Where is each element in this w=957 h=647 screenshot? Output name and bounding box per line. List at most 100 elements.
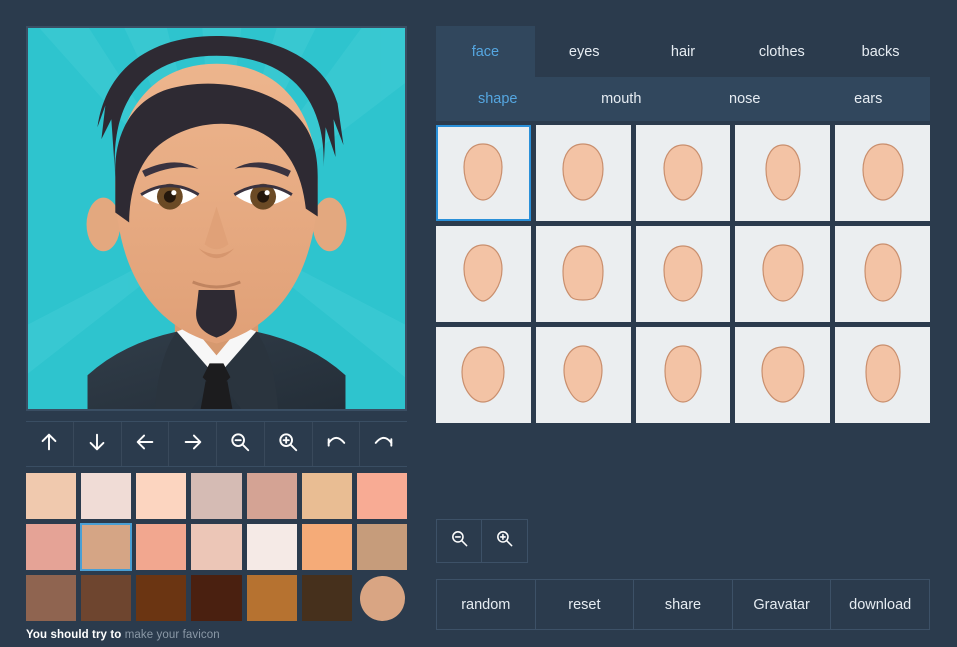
current-color-swatch[interactable] [355,571,409,625]
face-shape-11[interactable] [436,327,531,423]
magnifier-minus-icon [229,431,251,458]
face-shape-icon [761,346,805,403]
avatar-illustration [28,28,405,409]
random-button[interactable]: random [436,579,535,630]
footer-note: You should try to make your favicon [26,629,407,641]
tab-hair[interactable]: hair [634,26,733,77]
color-swatch-15[interactable] [26,575,77,621]
avatar-maker-app: You should try to make your favicon face… [0,0,957,647]
face-shape-icon [765,144,801,201]
color-swatch-3[interactable] [136,473,187,519]
left-panel: You should try to make your favicon [26,26,409,641]
face-shape-icon [463,143,503,201]
color-swatch-9[interactable] [80,523,133,571]
color-swatch-4[interactable] [191,473,242,519]
face-shape-icon [663,245,703,302]
face-shape-10[interactable] [835,226,930,322]
zoom-in-button[interactable] [265,422,313,466]
color-swatch-11[interactable] [191,524,242,570]
subtab-shape[interactable]: shape [436,77,560,121]
preview-zoom-out-button[interactable] [436,519,482,563]
arrow-up-icon [38,431,60,458]
make-favicon-link[interactable]: make your favicon [125,629,220,641]
color-swatch-18[interactable] [191,575,242,621]
gravatar-button[interactable]: Gravatar [731,579,831,630]
tab-eyes[interactable]: eyes [535,26,634,77]
color-swatch-1[interactable] [26,473,77,519]
tab-clothes[interactable]: clothes [732,26,831,77]
magnifier-minus-icon [450,529,469,553]
download-button[interactable]: download [830,579,930,630]
current-color-dot [359,575,405,621]
face-shape-3[interactable] [635,125,731,221]
face-shape-icon [563,345,603,403]
move-down-button[interactable] [74,422,122,466]
face-shape-icon [463,244,503,302]
secondary-tab-bar: shape mouth nose ears [436,77,930,121]
color-swatch-20[interactable] [301,575,352,621]
footer-prefix: You should try to [26,629,122,641]
primary-tab-bar: face eyes hair clothes backs [436,26,930,77]
redo-button[interactable] [360,422,407,466]
face-shape-5[interactable] [835,125,930,221]
face-shape-9[interactable] [735,226,831,322]
face-shape-icon [562,143,604,201]
tab-face[interactable]: face [436,26,535,77]
color-swatch-14[interactable] [356,524,407,570]
face-shape-icon [864,344,901,403]
reset-button[interactable]: reset [534,579,634,630]
right-panel: face eyes hair clothes backs shape mouth nose e… [436,26,930,630]
arrow-left-icon [134,431,156,458]
face-shape-icon [664,345,702,403]
color-swatch-8[interactable] [26,524,77,570]
color-swatch-5[interactable] [246,473,297,519]
color-swatch-19[interactable] [246,575,297,621]
face-shape-icon [663,144,703,201]
face-shape-4[interactable] [735,125,831,221]
preview-zoom-controls [436,519,930,563]
color-swatch-17[interactable] [136,575,187,621]
face-shape-icon [762,244,804,302]
action-bar: random reset share Gravatar download [436,579,930,630]
subtab-ears[interactable]: ears [807,77,931,121]
face-shape-icon [861,143,904,201]
zoom-out-button[interactable] [217,422,265,466]
arrow-down-icon [86,431,108,458]
face-shape-icon [562,245,604,301]
face-shape-1[interactable] [436,125,531,221]
tab-backs[interactable]: backs [831,26,930,77]
move-up-button[interactable] [26,422,74,466]
subtab-mouth[interactable]: mouth [560,77,684,121]
color-swatch-7[interactable] [356,473,407,519]
color-swatch-6[interactable] [301,473,352,519]
subtab-nose[interactable]: nose [683,77,807,121]
face-shape-7[interactable] [535,226,631,322]
share-button[interactable]: share [633,579,732,630]
color-swatch-10[interactable] [136,524,187,570]
move-left-button[interactable] [122,422,170,466]
face-shape-14[interactable] [735,327,831,423]
magnifier-plus-icon [495,529,514,553]
magnifier-plus-icon [277,431,299,458]
option-grid [436,125,930,423]
face-shape-icon [863,243,902,302]
undo-button[interactable] [313,422,361,466]
face-shape-2[interactable] [535,125,631,221]
preview-zoom-in-button[interactable] [482,519,528,563]
face-shape-6[interactable] [436,226,531,322]
color-swatch-16[interactable] [81,575,132,621]
color-palette [26,473,409,625]
undo-icon [325,431,347,458]
arrow-right-icon [182,431,204,458]
move-right-button[interactable] [169,422,217,466]
face-shape-15[interactable] [835,327,930,423]
avatar-preview[interactable] [26,26,407,411]
face-shape-8[interactable] [635,226,731,322]
face-shape-13[interactable] [635,327,731,423]
color-swatch-13[interactable] [301,524,352,570]
transform-toolbar [26,421,407,467]
color-swatch-2[interactable] [81,473,132,519]
color-swatch-12[interactable] [246,524,297,570]
face-shape-icon [461,346,505,403]
face-shape-12[interactable] [535,327,631,423]
